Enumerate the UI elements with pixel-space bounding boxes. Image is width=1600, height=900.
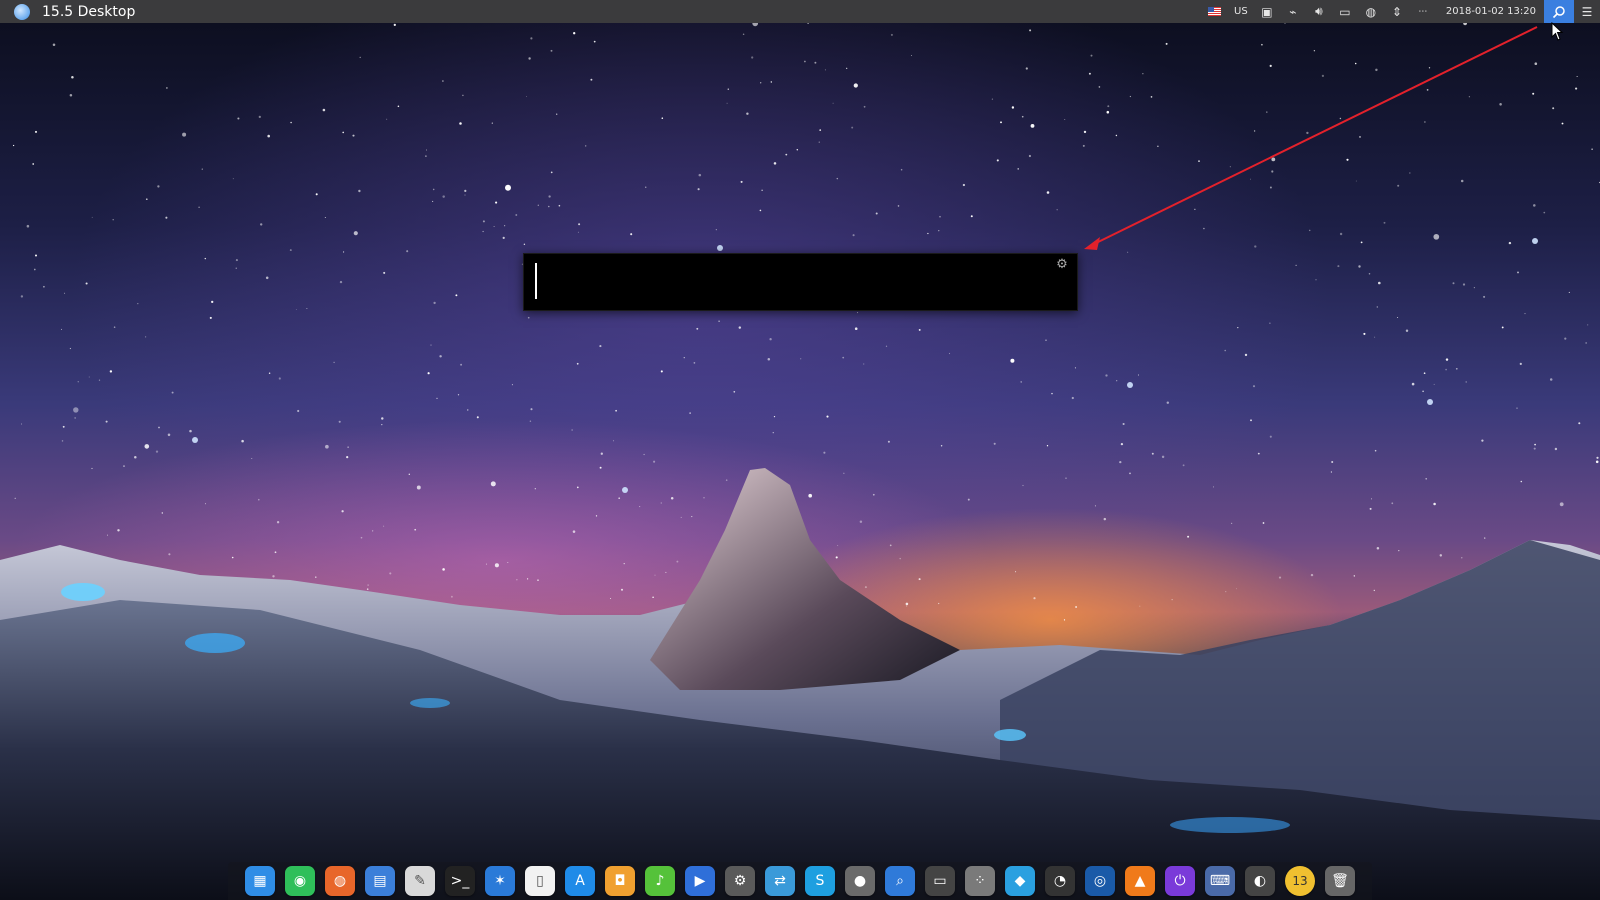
skype-icon[interactable]: S <box>805 866 835 896</box>
vlc-icon[interactable]: ▲ <box>1125 866 1155 896</box>
search-input[interactable] <box>534 262 1038 304</box>
wallpaper-mountains <box>0 468 1600 900</box>
volume-icon[interactable]: 🔊︎ <box>1308 0 1330 23</box>
camera-icon[interactable]: ◎ <box>1085 866 1115 896</box>
music-icon[interactable]: ♪ <box>645 866 675 896</box>
disc-icon[interactable]: ● <box>845 866 875 896</box>
speedometer-icon[interactable]: ◔ <box>1045 866 1075 896</box>
deepin-logo-icon[interactable] <box>14 3 30 20</box>
panel-title: 15.5 Desktop <box>42 3 136 20</box>
screenshot-icon[interactable]: ▣ <box>1256 0 1278 23</box>
mouse-cursor <box>1551 22 1564 41</box>
text-caret <box>535 263 537 299</box>
terminal-icon[interactable]: >_ <box>445 866 475 896</box>
system-tray: US ▣ ⌁ 🔊︎ ▭ ◍ ⇕ ⋯ 2018-01-02 13:20 ☰ <box>1202 0 1600 23</box>
search-icon <box>1552 5 1565 18</box>
file-manager-icon[interactable]: ▤ <box>365 866 395 896</box>
deepin-icon[interactable]: ✶ <box>485 866 515 896</box>
notifications-icon[interactable]: ☰ <box>1576 0 1598 23</box>
app-store-icon[interactable]: A <box>565 866 595 896</box>
up-down-icon[interactable]: ⇕ <box>1386 0 1408 23</box>
top-panel: 15.5 Desktop US ▣ ⌁ 🔊︎ ▭ ◍ ⇕ ⋯ 2018-01-0… <box>0 0 1600 23</box>
scanner-icon[interactable]: ▭ <box>925 866 955 896</box>
net-speed-icon[interactable]: ⋯ <box>1412 0 1434 23</box>
flag-icon[interactable] <box>1204 0 1226 23</box>
calendar-icon[interactable]: 13 <box>1285 866 1315 896</box>
deepin-store-icon[interactable]: ◉ <box>285 866 315 896</box>
shopping-bag-icon[interactable]: ◘ <box>605 866 635 896</box>
network-icon[interactable]: ⌁ <box>1282 0 1304 23</box>
keyboard-icon[interactable]: ⌨ <box>1205 866 1235 896</box>
water-drop-icon[interactable]: ◆ <box>1005 866 1035 896</box>
video-icon[interactable]: ▶ <box>685 866 715 896</box>
clock[interactable]: 2018-01-02 13:20 <box>1446 6 1536 17</box>
globe-icon[interactable]: ◍ <box>1360 0 1382 23</box>
teamviewer-icon[interactable]: ⇄ <box>765 866 795 896</box>
desktop: 15.5 Desktop US ▣ ⌁ 🔊︎ ▭ ◍ ⇕ ⋯ 2018-01-0… <box>0 0 1600 900</box>
stopwatch-icon[interactable]: ◐ <box>1245 866 1275 896</box>
gear-icon[interactable]: ⚙ <box>1055 258 1069 272</box>
keyboard-layout-indicator[interactable]: US <box>1230 0 1252 23</box>
launcher-icon[interactable]: ▦ <box>245 866 275 896</box>
grid-icon[interactable]: ⁘ <box>965 866 995 896</box>
power-icon[interactable]: ⏻ <box>1165 866 1195 896</box>
text-editor-icon[interactable]: ✎ <box>405 866 435 896</box>
display-icon[interactable]: ▭ <box>1334 0 1356 23</box>
trash-icon[interactable]: 🗑 <box>1325 866 1355 896</box>
search-tray-button[interactable] <box>1544 0 1574 23</box>
document-icon[interactable]: ▯ <box>525 866 555 896</box>
settings-icon[interactable]: ⚙ <box>725 866 755 896</box>
dock: ▦ ◉ ◍ ▤ ✎ >_ ✶ ▯ A ◘ ♪ ▶ ⚙ ⇄ S ● ⌕ ▭ ⁘ ◆ ◔ ◎ ▲ ⏻ ⌨ ◐ 13 🗑 <box>228 862 1372 900</box>
search-popup: ⚙ <box>523 253 1078 311</box>
search-app-icon[interactable]: ⌕ <box>885 866 915 896</box>
firefox-icon[interactable]: ◍ <box>325 866 355 896</box>
